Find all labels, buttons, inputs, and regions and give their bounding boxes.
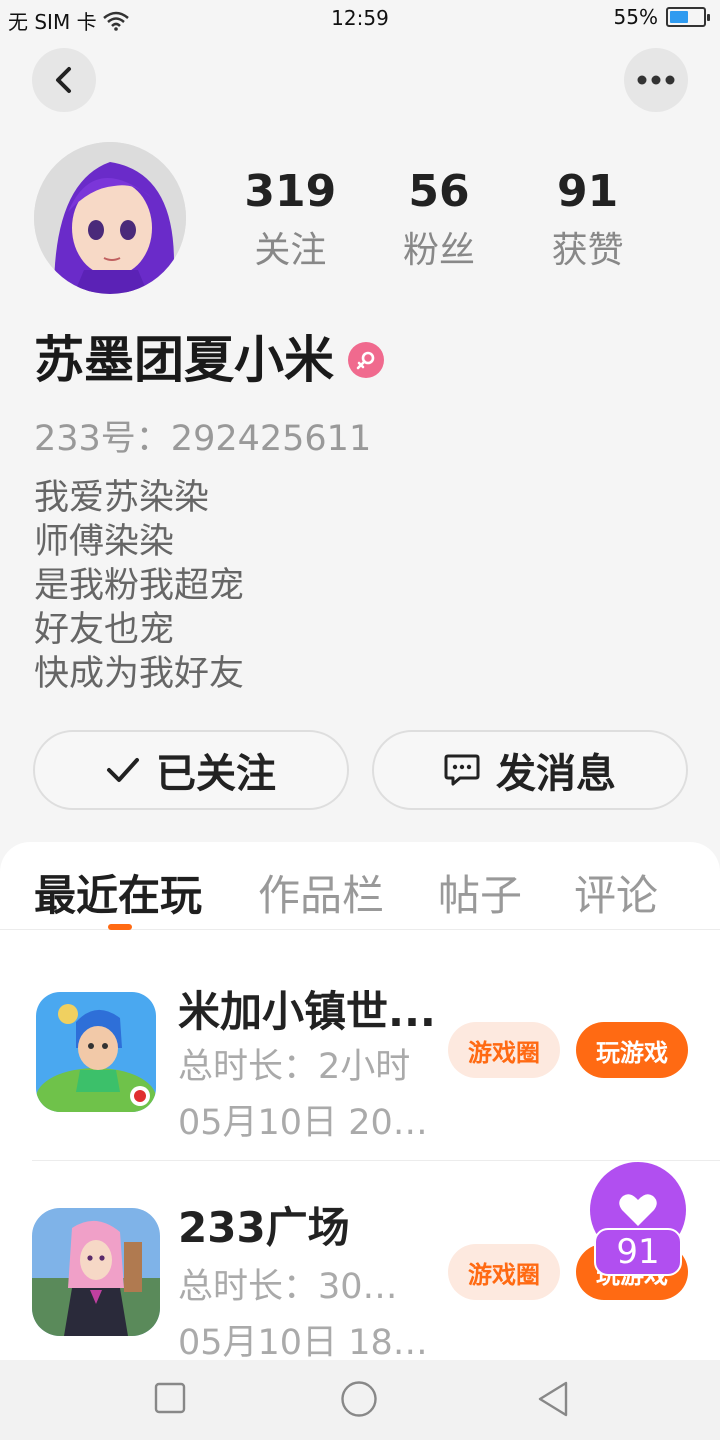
stat-label: 获赞 bbox=[551, 230, 624, 271]
back-triangle-icon[interactable] bbox=[536, 1380, 570, 1418]
tab-works[interactable]: 作品栏 bbox=[258, 862, 384, 923]
battery-percent: 55% bbox=[613, 5, 658, 29]
stat-label: 粉丝 bbox=[402, 230, 475, 271]
stats-row: 319 关注 56 粉丝 91 获赞 bbox=[216, 166, 662, 276]
profile-name: 苏墨团夏小米 bbox=[34, 331, 334, 389]
stat-label: 关注 bbox=[254, 230, 327, 271]
game-row[interactable]: 米加小镇世... 总时长：2小时 05月10日 20:... 游戏圈 玩游戏 bbox=[0, 962, 720, 1182]
bio-line: 是我粉我超宠 bbox=[34, 566, 245, 606]
game-last-played: 05月10日 18:... bbox=[178, 1323, 428, 1360]
followed-label: 已关注 bbox=[156, 751, 276, 797]
stat-following[interactable]: 319 关注 bbox=[216, 166, 364, 276]
female-icon bbox=[348, 342, 384, 378]
tab-posts[interactable]: 帖子 bbox=[438, 862, 522, 923]
game-title: 米加小镇世... bbox=[178, 987, 436, 1036]
message-label: 发消息 bbox=[496, 751, 616, 797]
bio-line: 快成为我好友 bbox=[34, 654, 245, 694]
game-duration: 总时长：30分... bbox=[178, 1267, 428, 1307]
game-last-played: 05月10日 20:... bbox=[178, 1103, 428, 1143]
bio: 我爱苏染染 师傅染染 是我粉我超宠 好友也宠 快成为我好友 bbox=[34, 476, 244, 696]
battery-level bbox=[670, 11, 688, 23]
stat-likes[interactable]: 91 获赞 bbox=[514, 166, 662, 276]
more-button[interactable] bbox=[624, 48, 688, 112]
chat-bubble-icon bbox=[444, 754, 480, 786]
status-bar: 无 SIM 卡 12:59 55% bbox=[0, 0, 720, 38]
stat-value: 56 bbox=[408, 166, 470, 217]
like-count-badge: 91 bbox=[594, 1228, 682, 1276]
content-card: 最近在玩 作品栏 帖子 评论 米加小镇世... 总时长：2小时 05月10日 2… bbox=[0, 842, 720, 1360]
divider bbox=[32, 1160, 720, 1161]
tab-indicator bbox=[108, 924, 132, 930]
back-button[interactable] bbox=[32, 48, 96, 112]
message-button[interactable]: 发消息 bbox=[372, 730, 688, 810]
user-id: 233号：292425611 bbox=[34, 419, 372, 459]
system-nav-bar bbox=[0, 1360, 720, 1440]
tab-bar: 最近在玩 作品栏 帖子 评论 bbox=[0, 842, 720, 930]
stat-value: 91 bbox=[557, 166, 619, 217]
stat-value: 319 bbox=[244, 166, 337, 217]
clock: 12:59 bbox=[331, 6, 389, 30]
battery-group: 55% bbox=[613, 5, 710, 29]
battery-icon bbox=[666, 7, 710, 27]
bio-line: 好友也宠 bbox=[34, 610, 175, 650]
checkmark-icon bbox=[107, 758, 139, 782]
stat-followers[interactable]: 56 粉丝 bbox=[365, 166, 513, 276]
followed-button[interactable]: 已关注 bbox=[33, 730, 349, 810]
avatar[interactable] bbox=[34, 142, 186, 294]
game-circle-button[interactable]: 游戏圈 bbox=[448, 1022, 560, 1078]
game-title: 233广场 bbox=[178, 1203, 350, 1252]
tab-recently-played[interactable]: 最近在玩 bbox=[34, 862, 202, 923]
game-icon[interactable] bbox=[36, 992, 156, 1112]
game-icon[interactable] bbox=[32, 1208, 160, 1336]
bio-line: 我爱苏染染 bbox=[34, 478, 210, 518]
chevron-left-icon bbox=[56, 67, 71, 93]
game-circle-button[interactable]: 游戏圈 bbox=[448, 1244, 560, 1300]
game-duration: 总时长：2小时 bbox=[178, 1047, 411, 1087]
home-icon[interactable] bbox=[340, 1380, 378, 1418]
tab-comments[interactable]: 评论 bbox=[574, 862, 658, 923]
avatar-image bbox=[34, 142, 186, 294]
bio-line: 师傅染染 bbox=[34, 522, 175, 562]
recent-apps-icon[interactable] bbox=[154, 1382, 186, 1414]
heart-icon bbox=[619, 1194, 657, 1226]
play-game-button[interactable]: 玩游戏 bbox=[576, 1022, 688, 1078]
more-dots-icon bbox=[637, 75, 675, 85]
name-row: 苏墨团夏小米 bbox=[34, 328, 384, 392]
